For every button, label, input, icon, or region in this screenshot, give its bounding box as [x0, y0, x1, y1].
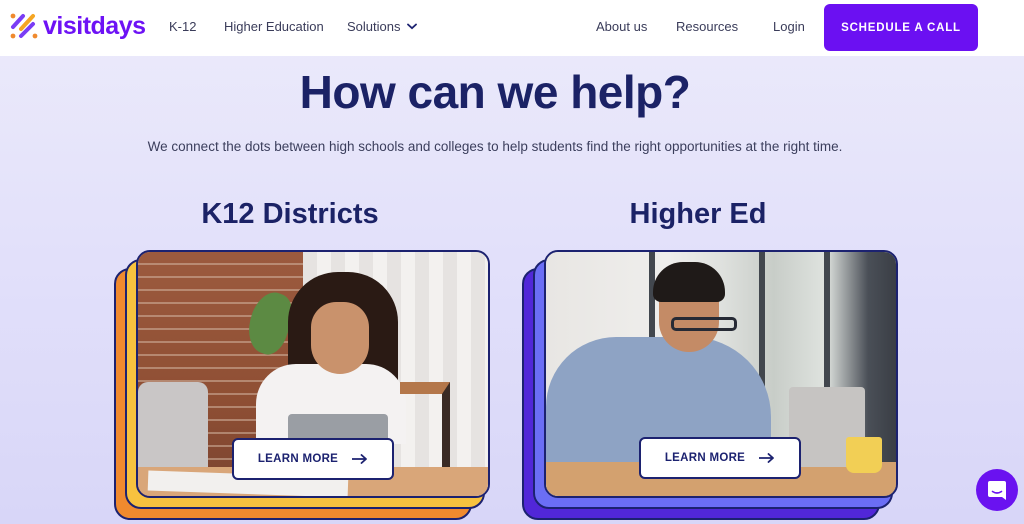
page-subtitle: We connect the dots between high schools… [147, 139, 843, 154]
brand-name: visitdays [43, 12, 146, 40]
top-nav: visitdays K-12 Higher Education Solution… [0, 0, 1024, 56]
nav-link-about-us[interactable]: About us [596, 19, 647, 35]
arrow-right-icon [759, 453, 775, 463]
arrow-right-icon [352, 454, 368, 464]
nav-link-solutions-label: Solutions [347, 19, 401, 34]
chat-bubble-icon [988, 480, 1006, 500]
page-title: How can we help? [299, 66, 691, 118]
nav-link-resources[interactable]: Resources [676, 19, 738, 35]
learn-more-label: LEARN MORE [257, 453, 339, 465]
nav-link-solutions[interactable]: Solutions [347, 19, 418, 35]
higher-ed-heading: Higher Ed [629, 198, 767, 230]
schedule-call-button[interactable]: SCHEDULE A CALL [824, 4, 978, 51]
nav-link-login[interactable]: Login [773, 19, 805, 35]
brand-logo[interactable]: visitdays [10, 12, 146, 40]
nav-link-higher-education[interactable]: Higher Education [224, 19, 324, 35]
learn-more-label: LEARN MORE [664, 452, 746, 464]
logo-mark-icon [10, 13, 38, 39]
k12-learn-more-button[interactable]: LEARN MORE [232, 438, 394, 480]
nav-link-k12[interactable]: K-12 [169, 19, 196, 35]
k12-districts-heading: K12 Districts [201, 198, 379, 230]
chat-widget-button[interactable] [976, 469, 1018, 511]
higher-ed-learn-more-button[interactable]: LEARN MORE [639, 437, 801, 479]
chevron-down-icon [407, 23, 418, 30]
